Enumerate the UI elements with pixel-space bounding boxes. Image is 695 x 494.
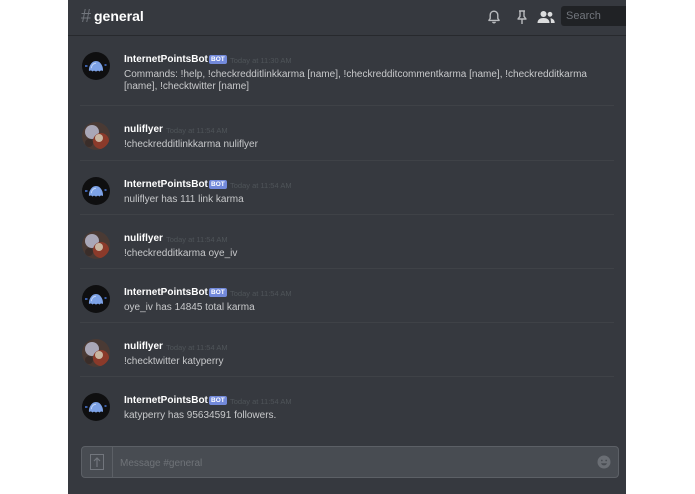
message-text: !checkredditlinkkarma nuliflyer bbox=[124, 139, 258, 150]
bot-avatar[interactable] bbox=[82, 177, 110, 205]
timestamp: Today at 11:54 AM bbox=[166, 126, 228, 135]
bot-badge: BOT bbox=[209, 396, 227, 405]
username[interactable]: InternetPointsBot bbox=[124, 287, 208, 298]
message-text: Commands: !help, !checkredditlinkkarma [… bbox=[124, 69, 587, 92]
timestamp: Today at 11:54 AM bbox=[230, 181, 292, 190]
timestamp: Today at 11:54 AM bbox=[230, 397, 292, 406]
timestamp: Today at 11:54 AM bbox=[230, 289, 292, 298]
bot-badge: BOT bbox=[209, 288, 227, 297]
bot-avatar[interactable] bbox=[82, 52, 110, 80]
bot-avatar[interactable] bbox=[82, 393, 110, 421]
message-row: nuliflyer Today at 11:54 AM !checkredditka… bbox=[68, 215, 626, 267]
message-row: InternetPointsBot BOT Today at 11:54 AM oye… bbox=[68, 269, 626, 321]
user-avatar[interactable] bbox=[82, 231, 110, 259]
message-row: InternetPointsBot BOT Today at 11:54 AM kat… bbox=[68, 377, 626, 429]
username[interactable]: InternetPointsBot bbox=[124, 395, 208, 406]
upload-icon bbox=[90, 454, 104, 470]
channel-hash-icon: # bbox=[81, 6, 92, 26]
message-input[interactable] bbox=[118, 452, 582, 474]
upload-button[interactable] bbox=[82, 447, 113, 477]
members-icon[interactable] bbox=[536, 9, 556, 25]
message-row: InternetPointsBot BOT Today at 11:54 AM nul… bbox=[68, 161, 626, 213]
user-avatar[interactable] bbox=[82, 122, 110, 150]
message-text: oye_iv has 14845 total karma bbox=[124, 302, 255, 313]
username[interactable]: nuliflyer bbox=[124, 233, 163, 244]
message-row: nuliflyer Today at 11:54 AM !checktwitter … bbox=[68, 323, 626, 375]
channel-header: # general bbox=[68, 0, 626, 35]
bell-icon[interactable] bbox=[486, 9, 502, 25]
message-text: katyperry has 95634591 followers. bbox=[124, 410, 277, 421]
bot-badge: BOT bbox=[209, 55, 227, 64]
username[interactable]: nuliflyer bbox=[124, 341, 163, 352]
emoji-icon[interactable] bbox=[597, 455, 611, 469]
chat-window: # general InternetPointsBotBOTToday a bbox=[68, 0, 626, 494]
user-avatar[interactable] bbox=[82, 339, 110, 367]
message-list: InternetPointsBot BOT Today at 11:30 AM Com… bbox=[68, 36, 626, 436]
bot-badge: BOT bbox=[209, 180, 227, 189]
username[interactable]: nuliflyer bbox=[124, 124, 163, 135]
username[interactable]: InternetPointsBot bbox=[124, 179, 208, 190]
timestamp: Today at 11:54 AM bbox=[166, 343, 228, 352]
timestamp: Today at 11:30 AM bbox=[230, 56, 292, 65]
bot-avatar[interactable] bbox=[82, 285, 110, 313]
username[interactable]: InternetPointsBot bbox=[124, 54, 208, 65]
pin-icon[interactable] bbox=[514, 9, 530, 25]
message-text: !checktwitter katyperry bbox=[124, 356, 224, 367]
search-box bbox=[561, 6, 626, 26]
search-input[interactable] bbox=[561, 6, 626, 26]
message-text: nuliflyer has 111 link karma bbox=[124, 194, 244, 205]
message-row: nuliflyer Today at 11:54 AM !checkredditli… bbox=[68, 106, 626, 158]
channel-name: general bbox=[94, 8, 144, 24]
message-composer bbox=[81, 446, 619, 478]
message-text: !checkredditkarma oye_iv bbox=[124, 248, 238, 259]
timestamp: Today at 11:54 AM bbox=[166, 235, 228, 244]
message-row: InternetPointsBot BOT Today at 11:30 AM Com… bbox=[68, 36, 626, 92]
